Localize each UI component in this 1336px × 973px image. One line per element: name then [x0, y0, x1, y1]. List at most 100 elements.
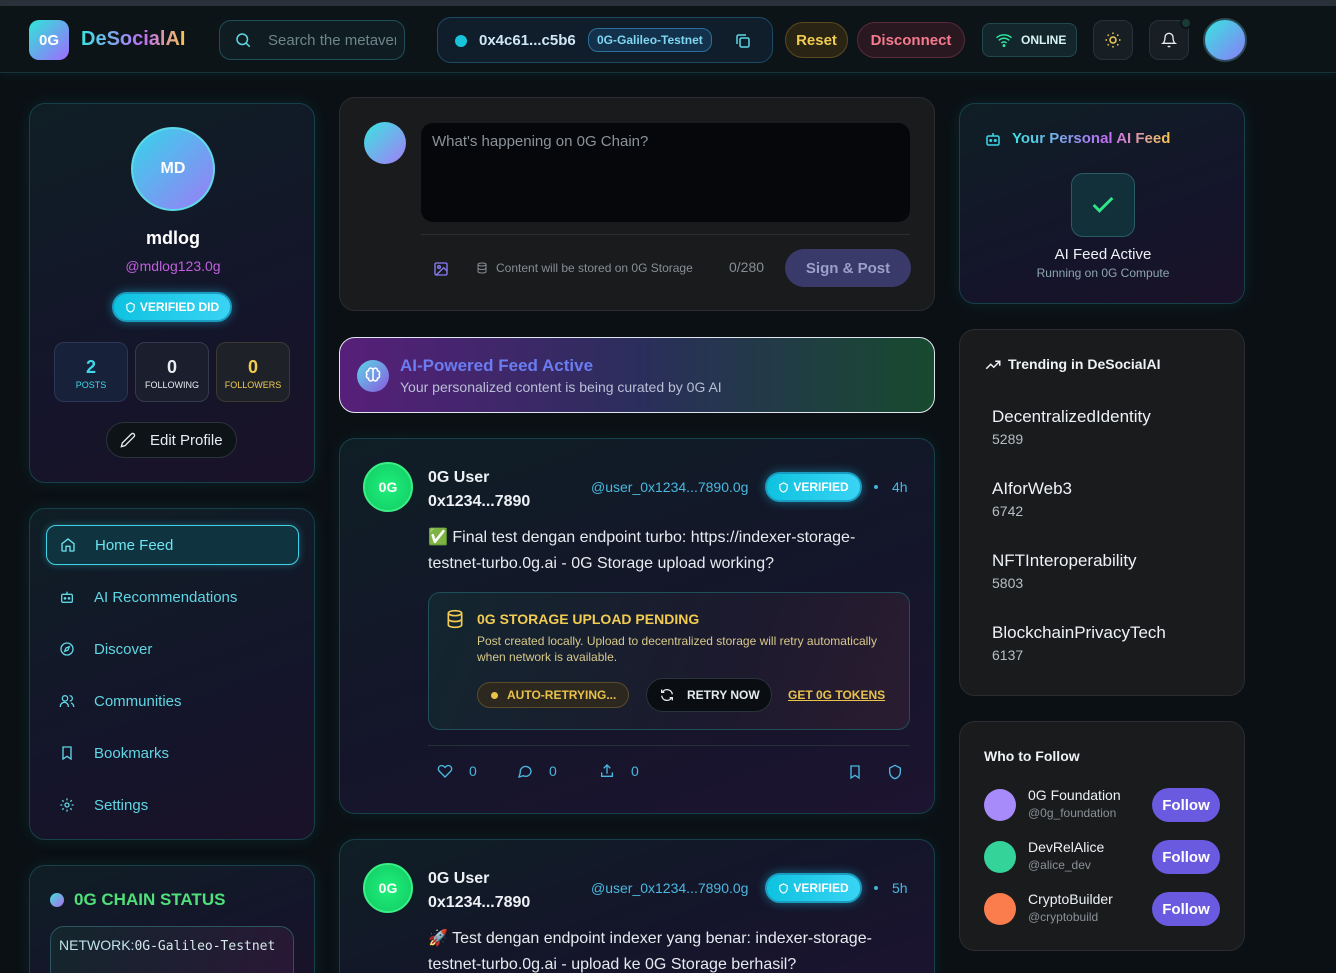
follow-button[interactable]: Follow [1152, 840, 1220, 874]
app-logo[interactable]: 0G [29, 20, 69, 60]
separator-dot [874, 485, 878, 489]
stat-followers[interactable]: 0 FOLLOWERS [216, 342, 290, 402]
app-name[interactable]: DeSocialAI [81, 28, 185, 51]
shield-icon [126, 301, 135, 313]
post-avatar[interactable]: 0G [363, 863, 413, 913]
users-icon [59, 695, 75, 707]
avatar[interactable] [984, 841, 1016, 873]
post-author[interactable]: 0G User 0x1234...7890 [428, 867, 568, 915]
char-counter: 0/280 [729, 259, 765, 275]
stat-following-value: 0 [166, 357, 177, 377]
post-handle[interactable]: @user_0x1234...7890.0g [591, 479, 748, 495]
disconnect-button[interactable]: Disconnect [857, 22, 965, 58]
database-icon [477, 262, 487, 274]
post-time: 5h [892, 880, 908, 896]
feed-post: 0G 0G User 0x1234...7890 @user_0x1234...… [339, 839, 935, 973]
suggestion-name[interactable]: DevRelAlice [1028, 839, 1104, 855]
trending-title: Trending in DeSocialAI [1008, 356, 1161, 372]
trending-item[interactable]: BlockchainPrivacyTech 6137 [992, 623, 1166, 663]
edit-profile-button[interactable]: Edit Profile [106, 422, 237, 458]
chain-network-box: NETWORK:0G-Galileo-Testnet [50, 926, 294, 973]
bell-icon [1161, 32, 1177, 48]
retry-now-button[interactable]: RETRY NOW [646, 678, 772, 712]
stat-following-label: FOLLOWING [144, 380, 199, 390]
post-body: ✅ Final test dengan endpoint turbo: http… [428, 529, 856, 572]
nav-item-ai-recommendations[interactable]: AI Recommendations [46, 577, 299, 617]
follow-button[interactable]: Follow [1152, 788, 1220, 822]
suggestion-name[interactable]: 0G Foundation [1028, 787, 1121, 803]
suggestion-handle: @alice_dev [1028, 858, 1091, 872]
stat-posts[interactable]: 2 POSTS [54, 342, 128, 402]
composer-input[interactable] [421, 123, 910, 222]
separator-dot [874, 886, 878, 890]
copy-icon[interactable] [734, 32, 752, 50]
refresh-icon [661, 688, 673, 702]
nav-item-communities[interactable]: Communities [46, 681, 299, 721]
avatar[interactable] [984, 893, 1016, 925]
verified-did-badge: VERIFIED DID [112, 292, 232, 322]
stat-following[interactable]: 0 FOLLOWING [135, 342, 209, 402]
shield-icon[interactable] [887, 764, 903, 780]
share-button[interactable]: 0 [599, 763, 639, 779]
post-verified-label: VERIFIED [793, 480, 849, 494]
profile-card: MD mdlog @mdlog123.0g VERIFIED DID 2 POS… [29, 103, 315, 483]
gear-icon [60, 798, 74, 812]
trending-card: Trending in DeSocialAI DecentralizedIden… [959, 329, 1245, 696]
composer-divider [421, 234, 910, 235]
chain-network-label: NETWORK: [59, 937, 135, 953]
wifi-icon [996, 34, 1012, 48]
auto-retry-label: AUTO-RETRYING... [507, 688, 617, 702]
search-input[interactable] [268, 31, 396, 49]
post-divider [428, 745, 910, 746]
trending-item[interactable]: NFTInteroperability 5803 [992, 551, 1137, 591]
reset-button[interactable]: Reset [785, 22, 848, 58]
share-count: 0 [631, 763, 639, 779]
post-author[interactable]: 0G User 0x1234...7890 [428, 466, 568, 514]
post-composer: Content will be stored on 0G Storage 0/2… [339, 97, 935, 311]
like-button[interactable]: 0 [437, 763, 477, 779]
nav-item-home-feed[interactable]: Home Feed [46, 525, 299, 565]
notification-badge [1180, 17, 1192, 29]
get-tokens-link[interactable]: GET 0G TOKENS [788, 688, 885, 702]
comment-count: 0 [549, 763, 557, 779]
avatar[interactable] [984, 789, 1016, 821]
post-time: 4h [892, 479, 908, 495]
chain-status-dot [50, 893, 64, 907]
share-icon [601, 764, 613, 777]
comment-button[interactable]: 0 [517, 763, 557, 779]
suggestion-name[interactable]: CryptoBuilder [1028, 891, 1113, 907]
edit-profile-label: Edit Profile [150, 431, 223, 449]
post-avatar[interactable]: 0G [363, 462, 413, 512]
retry-now-label: RETRY NOW [687, 688, 760, 702]
nav-item-bookmarks[interactable]: Bookmarks [46, 733, 299, 773]
sign-and-post-button[interactable]: Sign & Post [785, 249, 911, 287]
follow-suggestion: CryptoBuilder @cryptobuild Follow [984, 889, 1224, 929]
profile-name: mdlog [146, 228, 200, 248]
post-handle[interactable]: @user_0x1234...7890.0g [591, 880, 748, 896]
theme-toggle-button[interactable] [1093, 20, 1133, 60]
ai-banner-title: AI-Powered Feed Active [400, 356, 594, 375]
stat-followers-value: 0 [247, 357, 258, 377]
trending-item[interactable]: DecentralizedIdentity 5289 [992, 407, 1151, 447]
nav-item-settings[interactable]: Settings [46, 785, 299, 825]
trending-tag: DecentralizedIdentity [992, 407, 1151, 426]
search-box[interactable] [219, 20, 405, 60]
user-avatar[interactable] [1203, 18, 1247, 62]
profile-avatar[interactable]: MD [131, 127, 215, 211]
trending-up-icon [985, 360, 1001, 370]
trending-tag: BlockchainPrivacyTech [992, 623, 1166, 642]
nav-item-discover[interactable]: Discover [46, 629, 299, 669]
chain-network-value: 0G-Galileo-Testnet [134, 939, 276, 954]
feed-post: 0G 0G User 0x1234...7890 @user_0x1234...… [339, 438, 935, 814]
image-icon[interactable] [433, 261, 449, 277]
bookmark-icon[interactable] [847, 764, 863, 780]
online-label: ONLINE [1021, 33, 1067, 47]
trending-count: 6137 [992, 647, 1024, 663]
suggestion-handle: @cryptobuild [1028, 910, 1099, 924]
trending-item[interactable]: AIforWeb3 6742 [992, 479, 1072, 519]
stat-followers-label: FOLLOWERS [224, 380, 282, 390]
follow-button[interactable]: Follow [1152, 892, 1220, 926]
who-to-follow-title: Who to Follow [984, 748, 1080, 764]
bot-icon [61, 591, 73, 603]
nav-label: Home Feed [95, 536, 174, 554]
